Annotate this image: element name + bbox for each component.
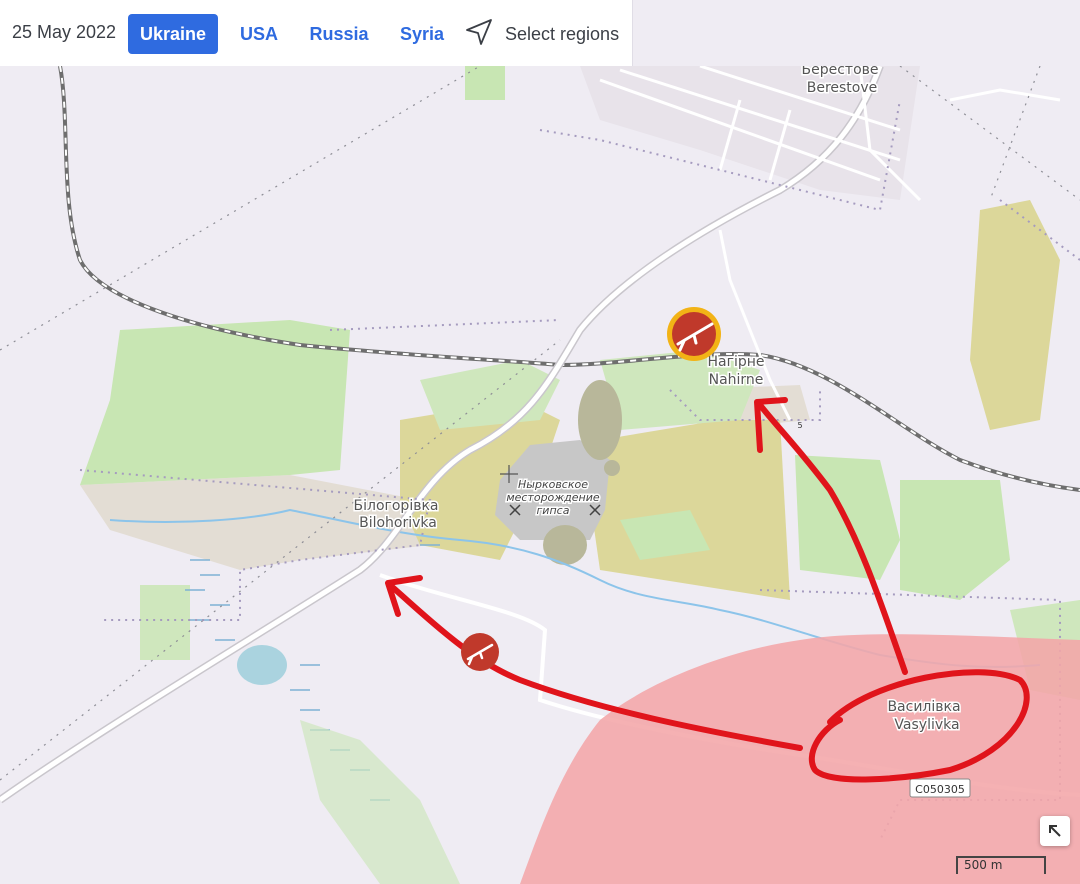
label-berestove-ua: Берестове (802, 66, 879, 78)
lake (237, 645, 287, 685)
tab-ukraine[interactable]: Ukraine (128, 14, 218, 54)
navigation-arrow-icon (465, 18, 493, 50)
map-view[interactable]: Берестове Berestove Нагірне Nahirne Біло… (0, 66, 1080, 884)
label-vasylivka-en: Vasylivka (894, 717, 959, 733)
label-gypsum-2: месторождение (506, 491, 600, 504)
map-scale: 500 m (956, 856, 1046, 884)
forest-6 (465, 66, 505, 100)
combat-marker-south (461, 633, 499, 671)
label-bilohorivka-ua: Білогорівка (354, 498, 439, 514)
expand-arrow-icon (1040, 825, 1070, 850)
label-gypsum-3: гипса (537, 504, 570, 517)
label-nahirne-en: Nahirne (709, 372, 764, 388)
select-regions-button[interactable]: Select regions (465, 14, 619, 54)
label-gypsum-1: Ныркoвское (518, 478, 588, 491)
scale-label: 500 m (964, 858, 1003, 872)
label-bilohorivka-en: Bilohorivka (359, 515, 437, 531)
quarry-pond-1 (578, 380, 622, 460)
label-berestove-en: Berestove (807, 80, 878, 96)
select-regions-label: Select regions (505, 23, 620, 44)
combat-marker-nahirne (667, 307, 721, 361)
tab-usa[interactable]: USA (230, 14, 288, 54)
forest-7 (140, 585, 190, 660)
date-label: 25 May 2022 (12, 22, 117, 42)
label-nahirne-ua: Нагірне (707, 354, 764, 370)
minor-road-label: 5 (797, 421, 802, 430)
tab-russia[interactable]: Russia (300, 14, 378, 54)
road-code-label: C050305 (915, 783, 965, 796)
expand-map-button[interactable] (1040, 816, 1070, 846)
tab-syria[interactable]: Syria (390, 14, 454, 54)
label-vasylivka-ua: Василівка (887, 699, 960, 715)
top-bar: 25 May 2022 Ukraine USA Russia Syria Sel… (0, 0, 633, 67)
